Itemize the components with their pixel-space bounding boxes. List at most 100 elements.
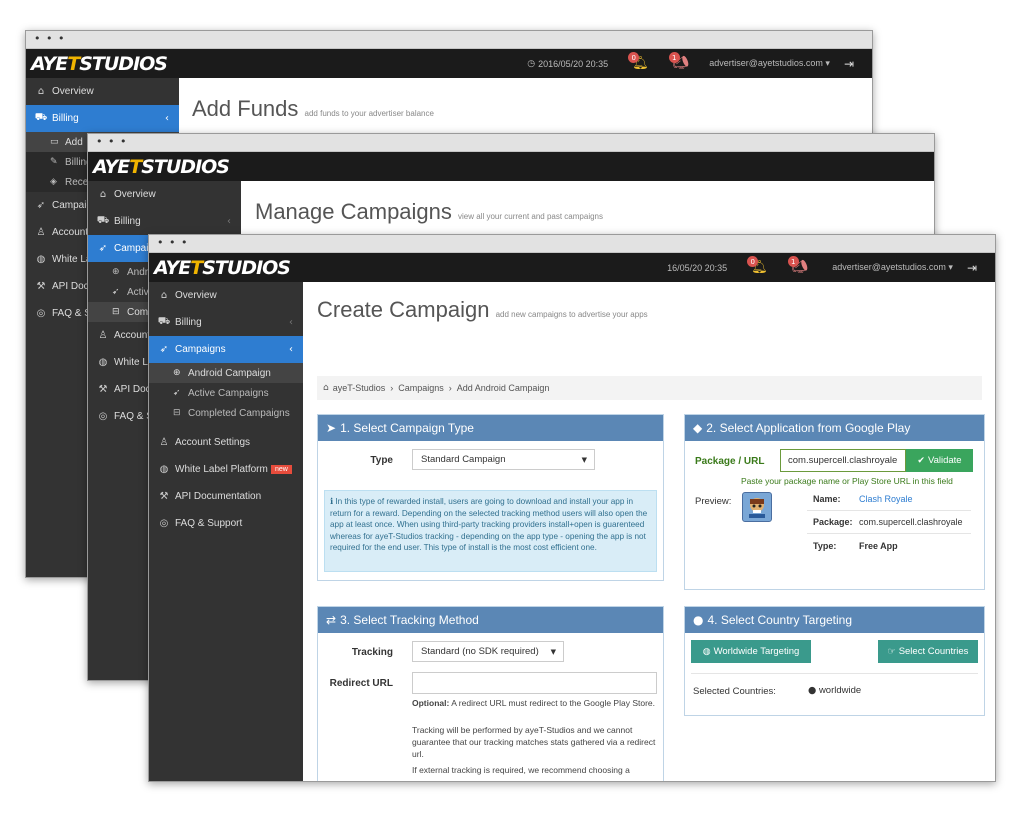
plus-circle-icon: ⊕ xyxy=(173,368,181,378)
page-title: Create Campaign add new campaigns to adv… xyxy=(317,297,648,322)
titlebar: • • • xyxy=(149,235,995,253)
logo[interactable]: AYETSTUDIOS xyxy=(93,156,230,178)
breadcrumb: ⌂ ayeT-Studios › Campaigns › Add Android… xyxy=(317,376,982,400)
optional-note: Optional: A redirect URL must redirect t… xyxy=(412,698,655,708)
detail-row: Type: Free App xyxy=(807,534,971,557)
campaign-type-select[interactable]: Standard Campaign ▼ xyxy=(412,449,595,470)
tracking-label: Tracking xyxy=(351,647,393,658)
topbar: AYETSTUDIOS ◷ 2016/05/20 20:35 🔔︎ 0 📣︎ 1 a… xyxy=(26,49,872,78)
name-label: Name: xyxy=(813,494,841,504)
wrench-icon: ⚒ xyxy=(36,281,46,292)
user-menu[interactable]: advertiser@ayetstudios.com ▾ xyxy=(709,58,830,69)
tracking-select[interactable]: Standard (no SDK required) ▼ xyxy=(412,641,564,662)
window-controls[interactable]: • • • xyxy=(157,237,188,249)
sidebar: ⌂ Overview ⛟ Billing ‹ ➶ Campaigns ‹ ⊕ Android… xyxy=(149,282,303,781)
chevron-left-icon: ‹ xyxy=(289,317,293,328)
cart-icon: ⛟ xyxy=(34,112,48,123)
lifebuoy-icon: ◎ xyxy=(98,411,108,422)
chevron-left-icon: ‹ xyxy=(165,113,169,124)
caret-down-icon: ▼ xyxy=(581,455,587,464)
sidebar-item-overview[interactable]: ⌂ Overview xyxy=(88,181,241,208)
sidebar-item-billing[interactable]: ⛟ Billing ‹ xyxy=(26,105,179,132)
sidebar-item-account[interactable]: ♙ Account Settings xyxy=(149,429,303,456)
home-icon: ⌂ xyxy=(323,383,329,393)
window-controls[interactable]: • • • xyxy=(34,33,65,45)
clock-icon: ◷ xyxy=(527,58,536,69)
chevron-down-icon: ‹ xyxy=(289,344,293,355)
logout-icon[interactable]: ⇥ xyxy=(844,57,854,71)
sidebar-item-overview[interactable]: ⌂ Overview xyxy=(149,282,303,309)
globe-icon: ◍ xyxy=(98,357,108,368)
megaphone-icon[interactable]: 📣︎ 1 xyxy=(668,52,689,71)
panel-header: ➤ 1. Select Campaign Type xyxy=(318,415,663,441)
breadcrumb-home[interactable]: ayeT-Studios xyxy=(333,383,386,393)
topbar: AYETSTUDIOS xyxy=(88,152,934,181)
window-controls[interactable]: • • • xyxy=(96,136,127,148)
sidebar-item-billing[interactable]: ⛟ Billing ‹ xyxy=(88,208,241,235)
sidebar-item-overview[interactable]: ⌂ Overview xyxy=(26,78,179,105)
redirect-url-input[interactable] xyxy=(412,672,657,694)
pencil-icon: ✎ xyxy=(50,157,58,167)
select-countries-button[interactable]: ☞ Select Countries xyxy=(878,640,978,663)
package-detail-value: com.supercell.clashroyale xyxy=(859,517,963,527)
bell-icon[interactable]: 🔔︎ 0 xyxy=(747,256,768,275)
panel-country-targeting: ● 4. Select Country Targeting ◍ Worldwide … xyxy=(684,606,985,716)
plus-circle-icon: ⊕ xyxy=(112,267,120,277)
page-title: Add Funds add funds to your advertiser b… xyxy=(192,96,434,121)
home-icon: ⌂ xyxy=(160,290,168,301)
package-input[interactable]: com.supercell.clashroyale xyxy=(780,449,906,472)
logout-icon[interactable]: ⇥ xyxy=(967,261,977,275)
validate-button[interactable]: ✔ Validate xyxy=(906,449,973,472)
sidebar-item-campaigns[interactable]: ➶ Campaigns ‹ xyxy=(149,336,303,363)
bell-icon[interactable]: 🔔︎ 0 xyxy=(628,52,649,71)
sidebar-item-white-label[interactable]: ◍ White Label Platform new xyxy=(149,456,303,483)
sidebar-sub-completed-campaigns[interactable]: ⊟ Completed Campaigns xyxy=(149,403,303,423)
exchange-icon: ⇄ xyxy=(326,613,337,627)
sidebar-item-api[interactable]: ⚒ API Documentation xyxy=(149,483,303,510)
topbar: AYETSTUDIOS 16/05/20 20:35 🔔︎ 0 📣︎ 1 adver… xyxy=(149,253,995,282)
user-menu[interactable]: advertiser@ayetstudios.com ▾ xyxy=(832,262,953,273)
panel-campaign-type: ➤ 1. Select Campaign Type Type Standard C… xyxy=(317,414,664,581)
caret-down-icon: ▼ xyxy=(550,647,556,656)
sidebar-sub-active-campaigns[interactable]: ➹ Active Campaigns xyxy=(149,383,303,403)
breadcrumb-campaigns[interactable]: Campaigns xyxy=(398,383,444,393)
user-icon: ♙ xyxy=(36,227,46,238)
pointer-icon: ☞ xyxy=(887,646,896,657)
panel-tracking-method: ⇄ 3. Select Tracking Method Tracking Stan… xyxy=(317,606,664,781)
user-icon: ♙ xyxy=(98,330,108,341)
topbar-right: ◷ 2016/05/20 20:35 🔔︎ 0 📣︎ 1 advertiser@ay… xyxy=(527,49,872,78)
notification-badge: 1 xyxy=(668,52,680,63)
app-name-link[interactable]: Clash Royale xyxy=(859,494,913,504)
rocket-icon: ➶ xyxy=(159,344,169,355)
lifebuoy-icon: ◎ xyxy=(159,518,169,529)
sidebar-item-billing[interactable]: ⛟ Billing ‹ xyxy=(149,309,303,336)
archive-icon: ⊟ xyxy=(173,408,181,418)
redirect-url-label: Redirect URL xyxy=(329,678,393,689)
divider xyxy=(691,673,978,674)
sidebar-sub-android-campaign[interactable]: ⊕ Android Campaign xyxy=(149,363,303,383)
logo[interactable]: AYETSTUDIOS xyxy=(154,257,291,279)
globe-icon: ◍ xyxy=(36,254,46,265)
sidebar-item-faq[interactable]: ◎ FAQ & Support xyxy=(149,510,303,537)
home-icon: ⌂ xyxy=(99,189,107,200)
package-hint: Paste your package name or Play Store UR… xyxy=(741,476,953,486)
new-badge: new xyxy=(271,465,292,474)
user-icon: ♙ xyxy=(159,437,169,448)
megaphone-icon[interactable]: 📣︎ 1 xyxy=(787,256,808,275)
notification-badge: 1 xyxy=(787,256,799,267)
check-icon: ✔ xyxy=(917,455,925,466)
timestamp: 16/05/20 20:35 xyxy=(667,262,728,273)
archive-icon: ⊟ xyxy=(112,307,120,317)
detail-row: Package: com.supercell.clashroyale xyxy=(807,511,971,534)
rocket-icon: ➶ xyxy=(98,243,108,254)
send-icon: ➤ xyxy=(326,421,337,435)
worldwide-targeting-button[interactable]: ◍ Worldwide Targeting xyxy=(691,640,811,663)
main-content: Create Campaign add new campaigns to adv… xyxy=(303,282,995,781)
type-label: Type xyxy=(370,455,393,466)
logo[interactable]: AYETSTUDIOS xyxy=(31,53,168,75)
globe-icon: ● xyxy=(808,685,817,696)
app-icon xyxy=(742,492,772,522)
package-label: Package / URL xyxy=(695,456,765,467)
globe-icon: ● xyxy=(693,613,704,627)
cart-icon: ⛟ xyxy=(157,316,171,327)
